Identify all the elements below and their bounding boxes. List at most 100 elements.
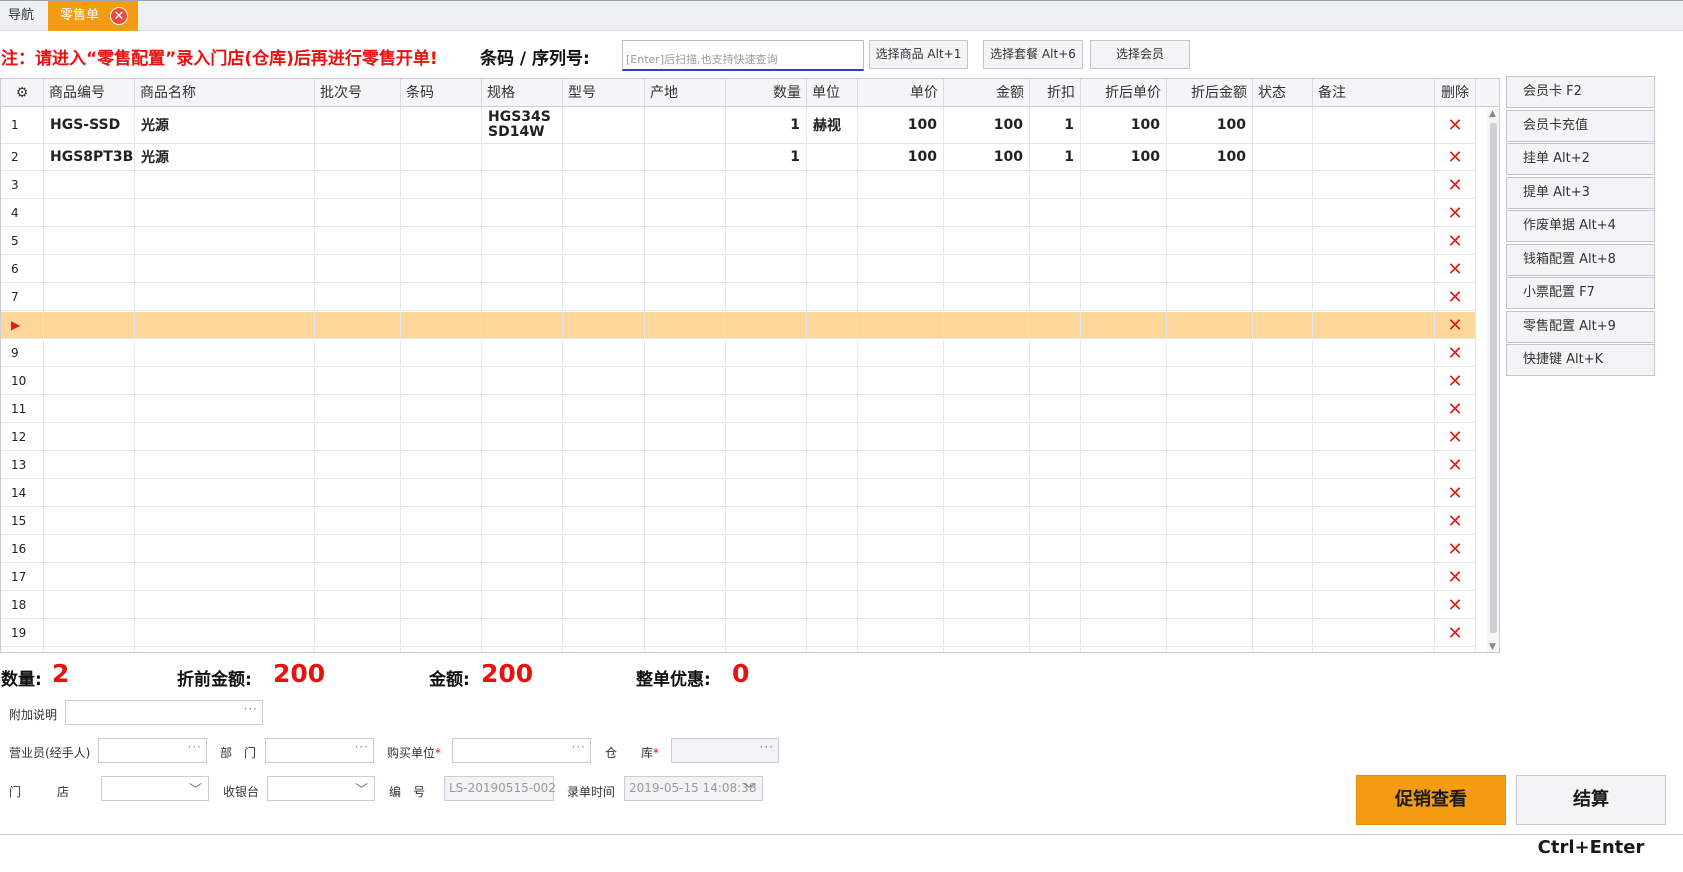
- cell-disc-amount[interactable]: 100: [1167, 144, 1253, 170]
- cell-amount[interactable]: [944, 592, 1030, 618]
- cell-disc-amount[interactable]: [1167, 340, 1253, 366]
- cell-code[interactable]: [44, 564, 135, 590]
- cell-name[interactable]: [135, 340, 315, 366]
- cell-spec[interactable]: [482, 144, 563, 170]
- table-row[interactable]: 12 ✕: [1, 424, 1476, 451]
- cell-name[interactable]: [135, 480, 315, 506]
- cell-disc-amount[interactable]: [1167, 256, 1253, 282]
- table-row-selected[interactable]: ▶ ✕: [1, 312, 1476, 339]
- cell-qty[interactable]: [726, 592, 807, 618]
- delete-row-icon[interactable]: ✕: [1435, 592, 1476, 618]
- delete-row-icon[interactable]: ✕: [1435, 340, 1476, 366]
- delete-row-icon[interactable]: ✕: [1435, 228, 1476, 254]
- cell-disc-amount[interactable]: [1167, 536, 1253, 562]
- cell-unit[interactable]: [807, 284, 858, 310]
- table-row[interactable]: 2 HGS8PT3B 光源 1 100 100 1 100 100 ✕: [1, 144, 1476, 171]
- cell-batch[interactable]: [315, 368, 401, 394]
- cell-origin[interactable]: [645, 107, 726, 143]
- side-button[interactable]: 零售配置 Alt+9: [1506, 310, 1655, 343]
- cell-batch[interactable]: [315, 172, 401, 198]
- cell-status[interactable]: [1253, 228, 1313, 254]
- cell-barcode[interactable]: [401, 312, 482, 338]
- cell-discount[interactable]: [1030, 592, 1081, 618]
- buyer-field[interactable]: ···: [452, 738, 591, 763]
- cell-model[interactable]: [563, 144, 645, 170]
- cell-status[interactable]: [1253, 396, 1313, 422]
- chevron-down-icon[interactable]: ﹀: [189, 779, 202, 798]
- cell-barcode[interactable]: [401, 340, 482, 366]
- column-header[interactable]: 状态: [1253, 79, 1313, 107]
- cell-disc-amount[interactable]: [1167, 312, 1253, 338]
- cell-batch[interactable]: [315, 592, 401, 618]
- delete-row-icon[interactable]: ✕: [1435, 107, 1476, 143]
- cell-price[interactable]: [858, 452, 944, 478]
- cell-disc-amount[interactable]: [1167, 452, 1253, 478]
- cell-qty[interactable]: [726, 564, 807, 590]
- cell-disc-amount[interactable]: [1167, 648, 1253, 652]
- cell-barcode[interactable]: [401, 536, 482, 562]
- cell-price[interactable]: [858, 200, 944, 226]
- cell-disc-price[interactable]: [1081, 340, 1167, 366]
- cell-status[interactable]: [1253, 200, 1313, 226]
- cell-status[interactable]: [1253, 592, 1313, 618]
- cell-origin[interactable]: [645, 592, 726, 618]
- scroll-up-icon[interactable]: ▲: [1489, 109, 1496, 119]
- cell-remark[interactable]: [1313, 200, 1435, 226]
- table-row[interactable]: 20 ✕: [1, 648, 1476, 652]
- cell-model[interactable]: [563, 228, 645, 254]
- department-field[interactable]: ···: [265, 738, 374, 763]
- cell-disc-price[interactable]: 100: [1081, 144, 1167, 170]
- cell-barcode[interactable]: [401, 452, 482, 478]
- cell-discount[interactable]: [1030, 312, 1081, 338]
- cell-code[interactable]: [44, 340, 135, 366]
- cell-model[interactable]: [563, 508, 645, 534]
- cell-remark[interactable]: [1313, 228, 1435, 254]
- cell-code[interactable]: [44, 536, 135, 562]
- cell-batch[interactable]: [315, 312, 401, 338]
- cell-price[interactable]: [858, 480, 944, 506]
- table-row[interactable]: 19 ✕: [1, 620, 1476, 647]
- cell-batch[interactable]: [315, 452, 401, 478]
- cell-amount[interactable]: [944, 284, 1030, 310]
- table-row[interactable]: 7 ✕: [1, 284, 1476, 311]
- cell-code[interactable]: [44, 592, 135, 618]
- cell-name[interactable]: 光源: [135, 144, 315, 170]
- cell-discount[interactable]: 1: [1030, 144, 1081, 170]
- cell-disc-amount[interactable]: [1167, 592, 1253, 618]
- cell-spec[interactable]: [482, 172, 563, 198]
- cell-price[interactable]: 100: [858, 107, 944, 143]
- cell-batch[interactable]: [315, 284, 401, 310]
- cell-remark[interactable]: [1313, 564, 1435, 590]
- cell-barcode[interactable]: [401, 368, 482, 394]
- cell-code[interactable]: [44, 200, 135, 226]
- cell-disc-price[interactable]: [1081, 228, 1167, 254]
- side-button[interactable]: 小票配置 F7: [1506, 277, 1655, 309]
- cell-remark[interactable]: [1313, 172, 1435, 198]
- cell-status[interactable]: [1253, 340, 1313, 366]
- cell-model[interactable]: [563, 200, 645, 226]
- cell-amount[interactable]: [944, 228, 1030, 254]
- cell-unit[interactable]: [807, 480, 858, 506]
- cell-barcode[interactable]: [401, 200, 482, 226]
- cell-spec[interactable]: HGS34SSD14W: [482, 107, 563, 143]
- warehouse-field[interactable]: ···: [671, 738, 779, 763]
- cell-barcode[interactable]: [401, 284, 482, 310]
- column-header[interactable]: 单位: [807, 79, 858, 107]
- cell-model[interactable]: [563, 368, 645, 394]
- cell-name[interactable]: [135, 452, 315, 478]
- cell-unit[interactable]: [807, 172, 858, 198]
- cell-name[interactable]: [135, 284, 315, 310]
- cell-origin[interactable]: [645, 564, 726, 590]
- cell-unit[interactable]: [807, 340, 858, 366]
- cell-batch[interactable]: [315, 480, 401, 506]
- delete-row-icon[interactable]: ✕: [1435, 144, 1476, 170]
- side-button[interactable]: 挂单 Alt+2: [1506, 143, 1655, 175]
- cell-disc-price[interactable]: [1081, 620, 1167, 646]
- cell-unit[interactable]: [807, 368, 858, 394]
- cell-qty[interactable]: [726, 424, 807, 450]
- extra-note-field[interactable]: ···: [65, 700, 263, 725]
- cell-code[interactable]: [44, 396, 135, 422]
- cell-name[interactable]: [135, 368, 315, 394]
- scroll-down-icon[interactable]: ▼: [1489, 642, 1496, 652]
- side-button[interactable]: 作废单据 Alt+4: [1506, 210, 1655, 242]
